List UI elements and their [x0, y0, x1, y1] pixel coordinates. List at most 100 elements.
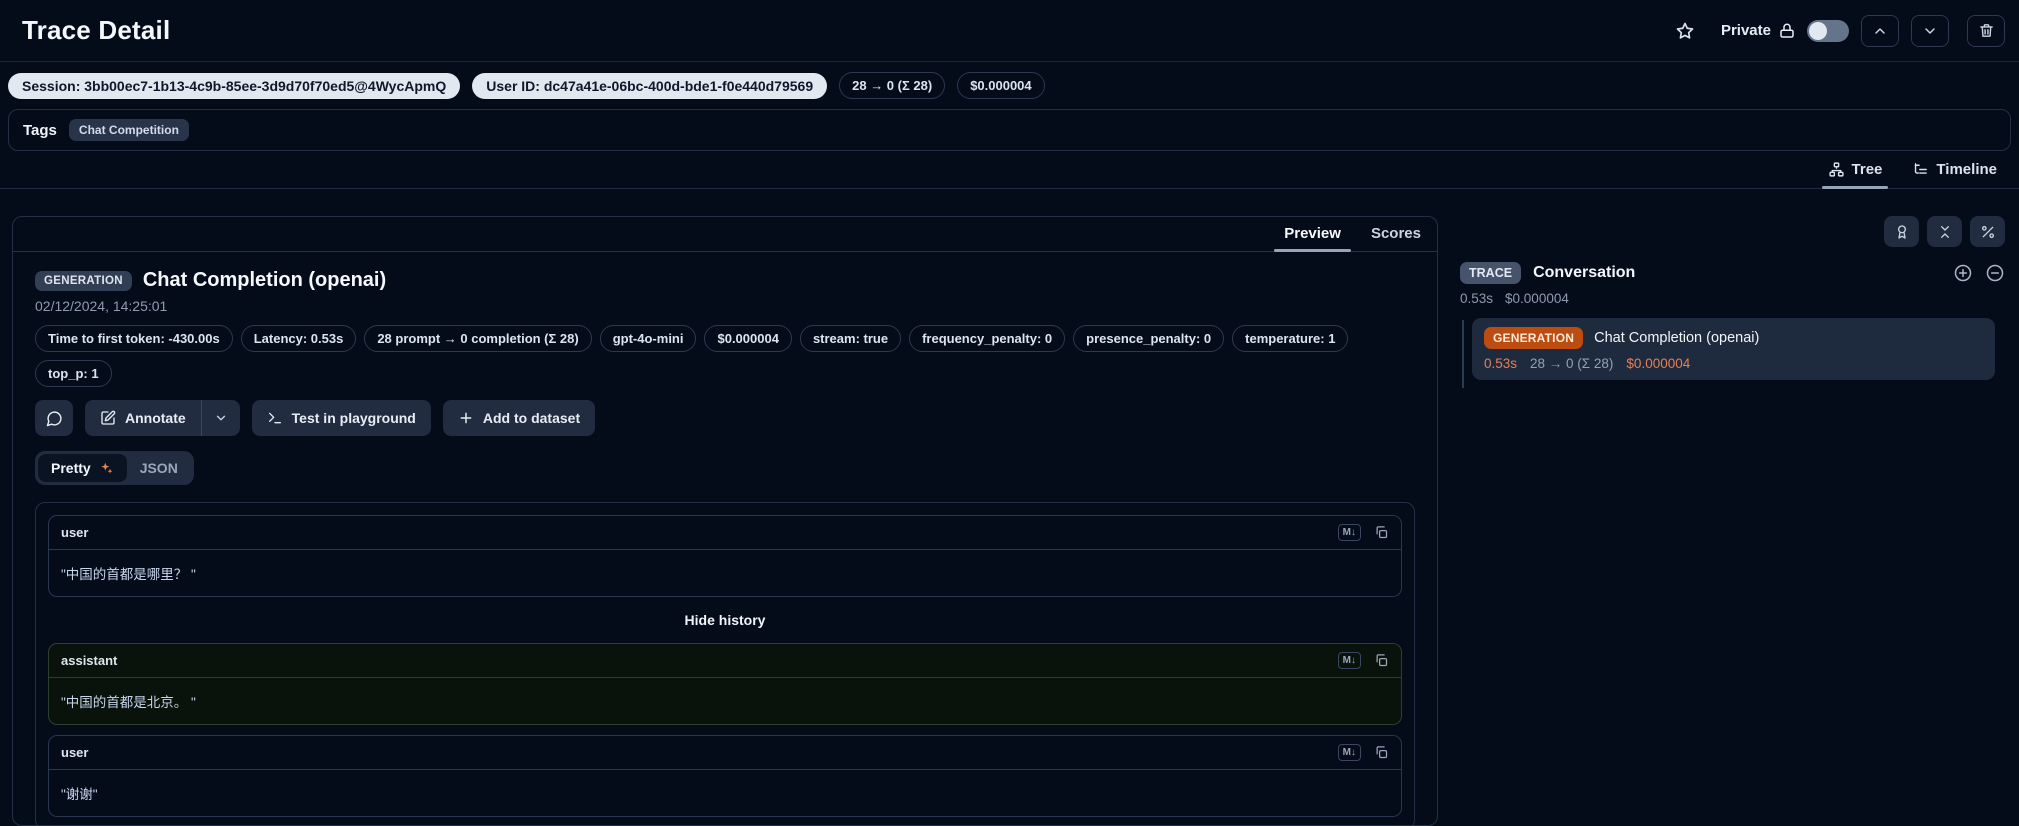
node-name: Chat Completion (openai): [1594, 330, 1759, 346]
markdown-toggle-icon[interactable]: M↓: [1338, 652, 1361, 669]
copy-icon: [1374, 525, 1389, 540]
node-tokens: 28 → 0 (Σ 28): [1530, 356, 1613, 371]
message-tools: M↓: [1338, 652, 1389, 669]
tab-preview[interactable]: Preview: [1280, 225, 1345, 251]
terminal-icon: [267, 410, 283, 426]
privacy-label: Private: [1721, 22, 1771, 39]
message-user-2: user M↓ "谢谢": [48, 735, 1402, 817]
user-id-badge[interactable]: User ID: dc47a41e-06bc-400d-bde1-f0e440d…: [472, 73, 827, 99]
copy-button[interactable]: [1374, 525, 1389, 540]
tab-timeline[interactable]: Timeline: [1910, 159, 1999, 188]
award-icon: [1894, 224, 1910, 240]
page-title: Trace Detail: [22, 15, 170, 46]
tree-node-list: GENERATION Chat Completion (openai) 0.53…: [1460, 318, 2005, 380]
identifier-row: Session: 3bb00ec7-1b13-4c9b-85ee-3d9d70f…: [8, 72, 2011, 99]
trace-type-badge: TRACE: [1460, 262, 1521, 284]
generation-header: GENERATION Chat Completion (openai): [35, 269, 1415, 292]
next-trace-button[interactable]: [1911, 15, 1949, 47]
cost-badge: $0.000004: [957, 72, 1044, 99]
markdown-toggle-icon[interactable]: M↓: [1338, 744, 1361, 761]
comment-icon: [46, 410, 63, 427]
playground-label: Test in playground: [292, 410, 416, 426]
metric-badge-latency: Latency: 0.53s: [241, 325, 357, 352]
metric-badge-top-p: top_p: 1: [35, 360, 112, 387]
privacy-control: Private: [1721, 20, 1849, 42]
message-header: user M↓: [49, 736, 1401, 770]
token-usage-badge: 28 → 0 (Σ 28): [839, 72, 945, 99]
trace-tree-panel: TRACE Conversation 0.53s $0.000004: [1454, 216, 2007, 826]
toggle-knob: [1809, 22, 1827, 40]
copy-button[interactable]: [1374, 653, 1389, 668]
format-toggle: Pretty JSON: [35, 451, 194, 485]
annotate-split-button: Annotate: [85, 400, 240, 436]
tab-scores[interactable]: Scores: [1367, 225, 1425, 251]
format-json-button[interactable]: JSON: [127, 454, 191, 482]
metric-badge-frequency-penalty: frequency_penalty: 0: [909, 325, 1065, 352]
expand-all-button[interactable]: [1953, 263, 1973, 283]
markdown-toggle-icon[interactable]: M↓: [1338, 524, 1361, 541]
trace-latency: 0.53s: [1460, 291, 1493, 306]
tree-node-generation[interactable]: GENERATION Chat Completion (openai) 0.53…: [1472, 318, 1995, 380]
scores-toggle-button[interactable]: [1884, 216, 1919, 247]
percent-icon: [1980, 224, 1996, 240]
annotate-icon: [100, 410, 116, 426]
top-bar-actions: Private: [1671, 15, 2005, 47]
annotate-label: Annotate: [125, 410, 186, 426]
generation-type-badge: GENERATION: [1484, 327, 1583, 349]
tab-tree-label: Tree: [1852, 161, 1883, 178]
message-header: user M↓: [49, 516, 1401, 550]
star-icon: [1675, 21, 1695, 41]
message-content: "中国的首都是哪里？ ": [49, 550, 1401, 596]
annotate-button[interactable]: Annotate: [85, 400, 201, 436]
message-tools: M↓: [1338, 744, 1389, 761]
sparkles-icon: [98, 460, 114, 476]
session-badge[interactable]: Session: 3bb00ec7-1b13-4c9b-85ee-3d9d70f…: [8, 73, 460, 99]
add-to-dataset-button[interactable]: Add to dataset: [443, 400, 595, 436]
copy-button[interactable]: [1374, 745, 1389, 760]
collapse-tree-button[interactable]: [1985, 263, 2005, 283]
fold-vertical-icon: [1937, 224, 1953, 240]
copy-icon: [1374, 745, 1389, 760]
io-messages-container: user M↓ "中国的首都是哪里？ " Hide history: [35, 502, 1415, 826]
bookmark-button[interactable]: [1671, 17, 1699, 45]
message-content: "中国的首都是北京。 ": [49, 678, 1401, 724]
trace-name: Conversation: [1533, 264, 1635, 282]
action-buttons: Annotate Test in playground: [35, 400, 1415, 436]
tags-label: Tags: [23, 122, 57, 139]
format-pretty-button[interactable]: Pretty: [38, 454, 127, 482]
metric-badge-model: gpt-4o-mini: [600, 325, 697, 352]
test-in-playground-button[interactable]: Test in playground: [252, 400, 431, 436]
metric-badge-stream: stream: true: [800, 325, 901, 352]
copy-icon: [1374, 653, 1389, 668]
chevron-down-icon: [214, 411, 228, 425]
dataset-label: Add to dataset: [483, 410, 580, 426]
metrics-toggle-button[interactable]: [1970, 216, 2005, 247]
circle-plus-icon: [1953, 263, 1973, 283]
privacy-toggle[interactable]: [1807, 20, 1849, 42]
trace-root-row[interactable]: TRACE Conversation: [1460, 262, 2005, 284]
view-tabs: Tree Timeline: [0, 151, 2019, 189]
node-cost: $0.000004: [1626, 356, 1690, 371]
chevron-up-icon: [1872, 23, 1888, 39]
delete-trace-button[interactable]: [1967, 15, 2005, 47]
metric-badge-cost: $0.000004: [704, 325, 791, 352]
timeline-icon: [1912, 161, 1929, 178]
observation-panel: Preview Scores GENERATION Chat Completio…: [12, 216, 1438, 826]
collapse-all-button[interactable]: [1927, 216, 1962, 247]
tab-timeline-label: Timeline: [1936, 161, 1997, 178]
hide-history-button[interactable]: Hide history: [685, 607, 766, 633]
lock-icon: [1778, 22, 1796, 40]
tree-toolbar: [1460, 216, 2005, 247]
previous-trace-button[interactable]: [1861, 15, 1899, 47]
trace-metrics: 0.53s $0.000004: [1460, 291, 2005, 306]
annotate-dropdown-button[interactable]: [202, 400, 240, 436]
message-content: "谢谢": [49, 770, 1401, 816]
comment-button[interactable]: [35, 400, 73, 436]
tag-chip[interactable]: Chat Competition: [69, 119, 189, 141]
tab-tree[interactable]: Tree: [1826, 159, 1885, 188]
plus-icon: [458, 410, 474, 426]
trash-icon: [1978, 22, 1995, 39]
panel-tabs: Preview Scores: [13, 217, 1437, 252]
message-role: user: [61, 745, 88, 760]
message-role: user: [61, 525, 88, 540]
